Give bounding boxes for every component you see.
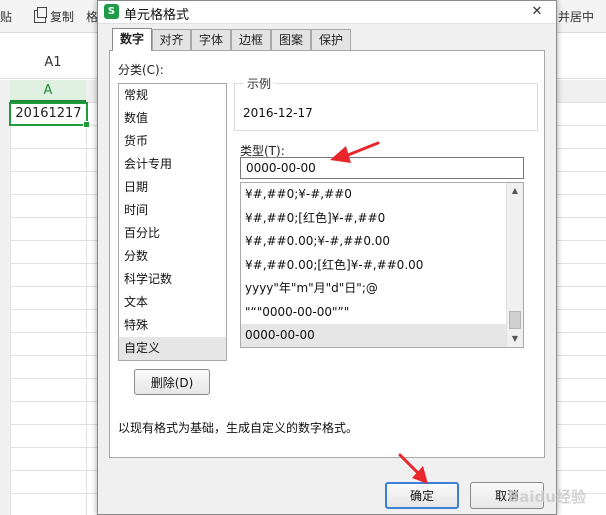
tab-number[interactable]: 数字	[112, 28, 152, 51]
format-list[interactable]: ¥#,##0;¥-#,##0 ¥#,##0;[红色]¥-#,##0 ¥#,##0…	[240, 182, 524, 348]
dialog-title-bar[interactable]: S 单元格格式 ✕	[98, 1, 556, 24]
tab-border[interactable]: 边框	[231, 29, 271, 50]
tab-pattern[interactable]: 图案	[271, 29, 311, 50]
name-box[interactable]: A1	[0, 48, 107, 78]
category-label: 分类(C):	[118, 63, 164, 77]
category-item-custom[interactable]: 自定义	[119, 337, 226, 360]
watermark: Baidu经验	[507, 488, 586, 506]
category-item[interactable]: 时间	[119, 199, 226, 222]
format-item[interactable]: "“"0000-00-00"”"	[241, 301, 507, 325]
format-item[interactable]: ¥#,##0.00;[红色]¥-#,##0.00	[241, 254, 507, 278]
category-item[interactable]: 科学记数	[119, 268, 226, 291]
close-icon[interactable]: ✕	[526, 2, 548, 21]
copy-icon	[34, 7, 47, 23]
category-item[interactable]: 常规	[119, 84, 226, 107]
category-item[interactable]: 文本	[119, 291, 226, 314]
wps-app-icon: S	[104, 4, 119, 19]
tab-font[interactable]: 字体	[191, 29, 231, 50]
category-list[interactable]: 常规 数值 货币 会计专用 日期 时间 百分比 分数 科学记数 文本 特殊 自定…	[118, 83, 227, 361]
hint-text: 以现有格式为基础，生成自定义的数字格式。	[118, 421, 359, 435]
tab-protection[interactable]: 保护	[311, 29, 351, 50]
category-item[interactable]: 货币	[119, 130, 226, 153]
format-item[interactable]: ¥#,##0;[红色]¥-#,##0	[241, 207, 507, 231]
format-list-scrollbar[interactable]: ▲ ▼	[506, 183, 523, 347]
copy-button[interactable]: 复制	[34, 7, 75, 25]
merge-center-button[interactable]: 并居中	[558, 8, 594, 25]
type-input[interactable]	[240, 157, 524, 179]
dialog-title: 单元格格式	[124, 8, 190, 23]
sample-value: 2016-12-17	[243, 106, 313, 120]
scroll-thumb[interactable]	[509, 311, 521, 329]
category-item[interactable]: 特殊	[119, 314, 226, 337]
sample-legend: 示例	[243, 75, 276, 92]
format-cells-dialog: S 单元格格式 ✕ 数字 对齐 字体 边框 图案 保护 分类(C): 常规 数值…	[97, 0, 557, 515]
delete-button[interactable]: 删除(D)	[134, 369, 210, 395]
category-item[interactable]: 数值	[119, 107, 226, 130]
category-item[interactable]: 百分比	[119, 222, 226, 245]
category-item[interactable]: 会计专用	[119, 153, 226, 176]
category-item[interactable]: 日期	[119, 176, 226, 199]
paste-button[interactable]: 贴	[0, 8, 12, 25]
format-item-selected[interactable]: 0000-00-00	[241, 324, 507, 347]
number-tab-panel: 分类(C): 常规 数值 货币 会计专用 日期 时间 百分比 分数 科学记数 文…	[109, 50, 545, 458]
scroll-down-icon[interactable]: ▼	[507, 331, 523, 347]
sample-group: 示例 2016-12-17	[234, 75, 538, 131]
copy-label: 复制	[50, 10, 75, 24]
format-item[interactable]: yyyy"年"m"月"d"日";@	[241, 277, 507, 301]
category-item[interactable]: 分数	[119, 245, 226, 268]
format-item[interactable]: ¥#,##0;¥-#,##0	[241, 183, 507, 207]
ok-button[interactable]: 确定	[385, 482, 459, 509]
scroll-up-icon[interactable]: ▲	[507, 183, 523, 199]
tab-alignment[interactable]: 对齐	[152, 29, 191, 50]
column-header-a[interactable]: A	[10, 80, 86, 102]
cell-a1[interactable]: 20161217	[9, 102, 90, 128]
format-item[interactable]: ¥#,##0.00;¥-#,##0.00	[241, 230, 507, 254]
